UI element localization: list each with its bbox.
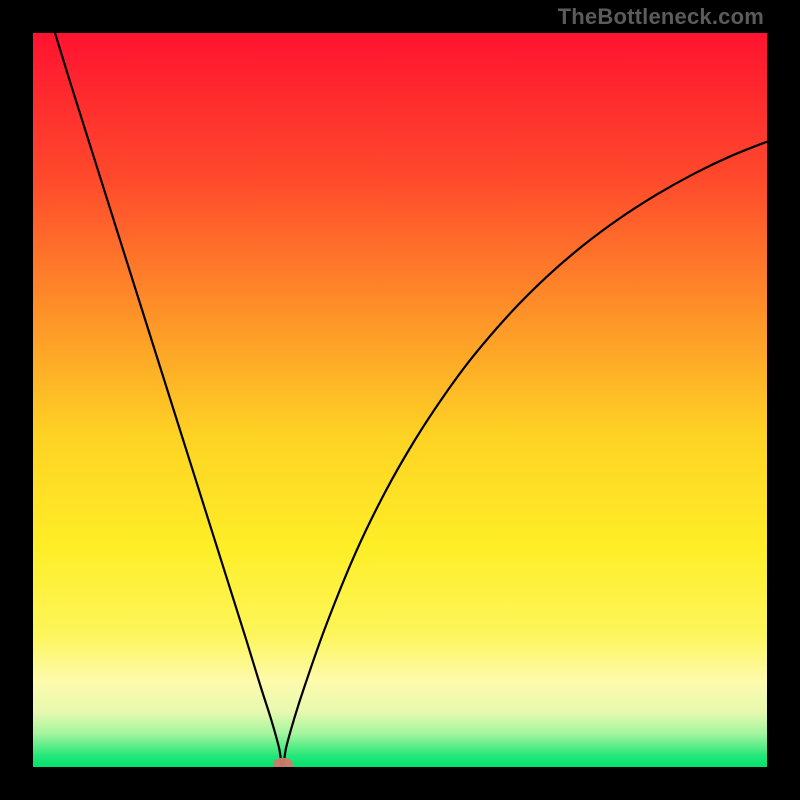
plot-area: [33, 33, 767, 767]
watermark-text: TheBottleneck.com: [558, 4, 764, 30]
chart-container: TheBottleneck.com: [0, 0, 800, 800]
bottleneck-curve: [33, 33, 767, 767]
optimal-point-marker: [273, 758, 293, 767]
